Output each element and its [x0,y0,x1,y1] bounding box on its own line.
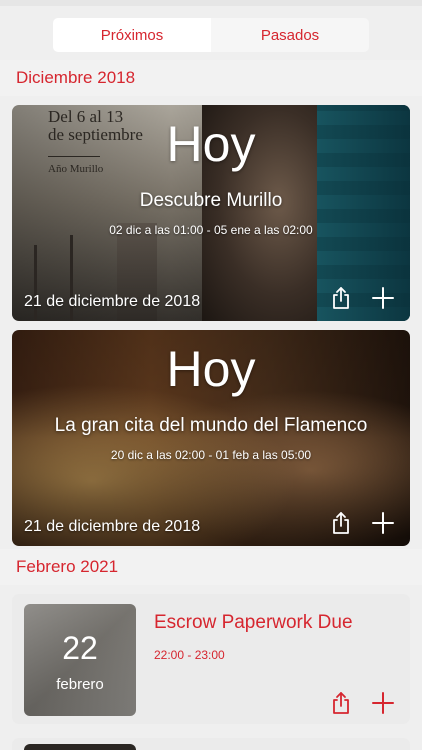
event-date-range: 20 dic a las 02:00 - 01 feb a las 05:00 [110,448,312,462]
plus-icon[interactable] [370,690,396,716]
top-bar: Próximos Pasados [0,0,422,60]
event-card-flamenco[interactable]: Hoy La gran cita del mundo del Flamenco … [12,330,410,546]
today-badge: Hoy [166,341,256,397]
event-thumbnail: 22 febrero [24,604,136,716]
share-icon[interactable] [328,690,354,716]
segmented-control: Próximos Pasados [53,18,369,52]
event-day: 22 [62,630,98,666]
event-date: 21 de diciembre de 2018 [24,293,201,310]
event-card-escrow[interactable]: 22 febrero Escrow Paperwork Due 22:00 - … [12,594,410,724]
event-card-descubre-murillo[interactable]: Del 6 al 13 de septiembre Año Murillo Ho… [12,105,410,321]
event-thumbnail [24,744,136,750]
plus-icon[interactable] [370,285,396,311]
event-title: La gran cita del mundo del Flamenco [54,415,368,436]
tab-past[interactable]: Pasados [211,18,369,52]
event-title: Descubre Murillo [139,190,283,211]
event-card-partial[interactable] [12,738,410,750]
tab-upcoming[interactable]: Próximos [53,18,211,52]
event-date: 21 de diciembre de 2018 [24,518,201,535]
section-header-december-2018: Diciembre 2018 [0,60,422,96]
share-icon[interactable] [328,285,354,311]
event-month: febrero [56,676,104,693]
event-title: Escrow Paperwork Due [154,612,353,633]
today-badge: Hoy [166,116,256,172]
event-date-range: 02 dic a las 01:00 - 05 ene a las 02:00 [109,223,313,237]
share-icon[interactable] [328,510,354,536]
section-header-february-2021: Febrero 2021 [0,549,422,585]
plus-icon[interactable] [370,510,396,536]
event-time: 22:00 - 23:00 [154,648,225,662]
